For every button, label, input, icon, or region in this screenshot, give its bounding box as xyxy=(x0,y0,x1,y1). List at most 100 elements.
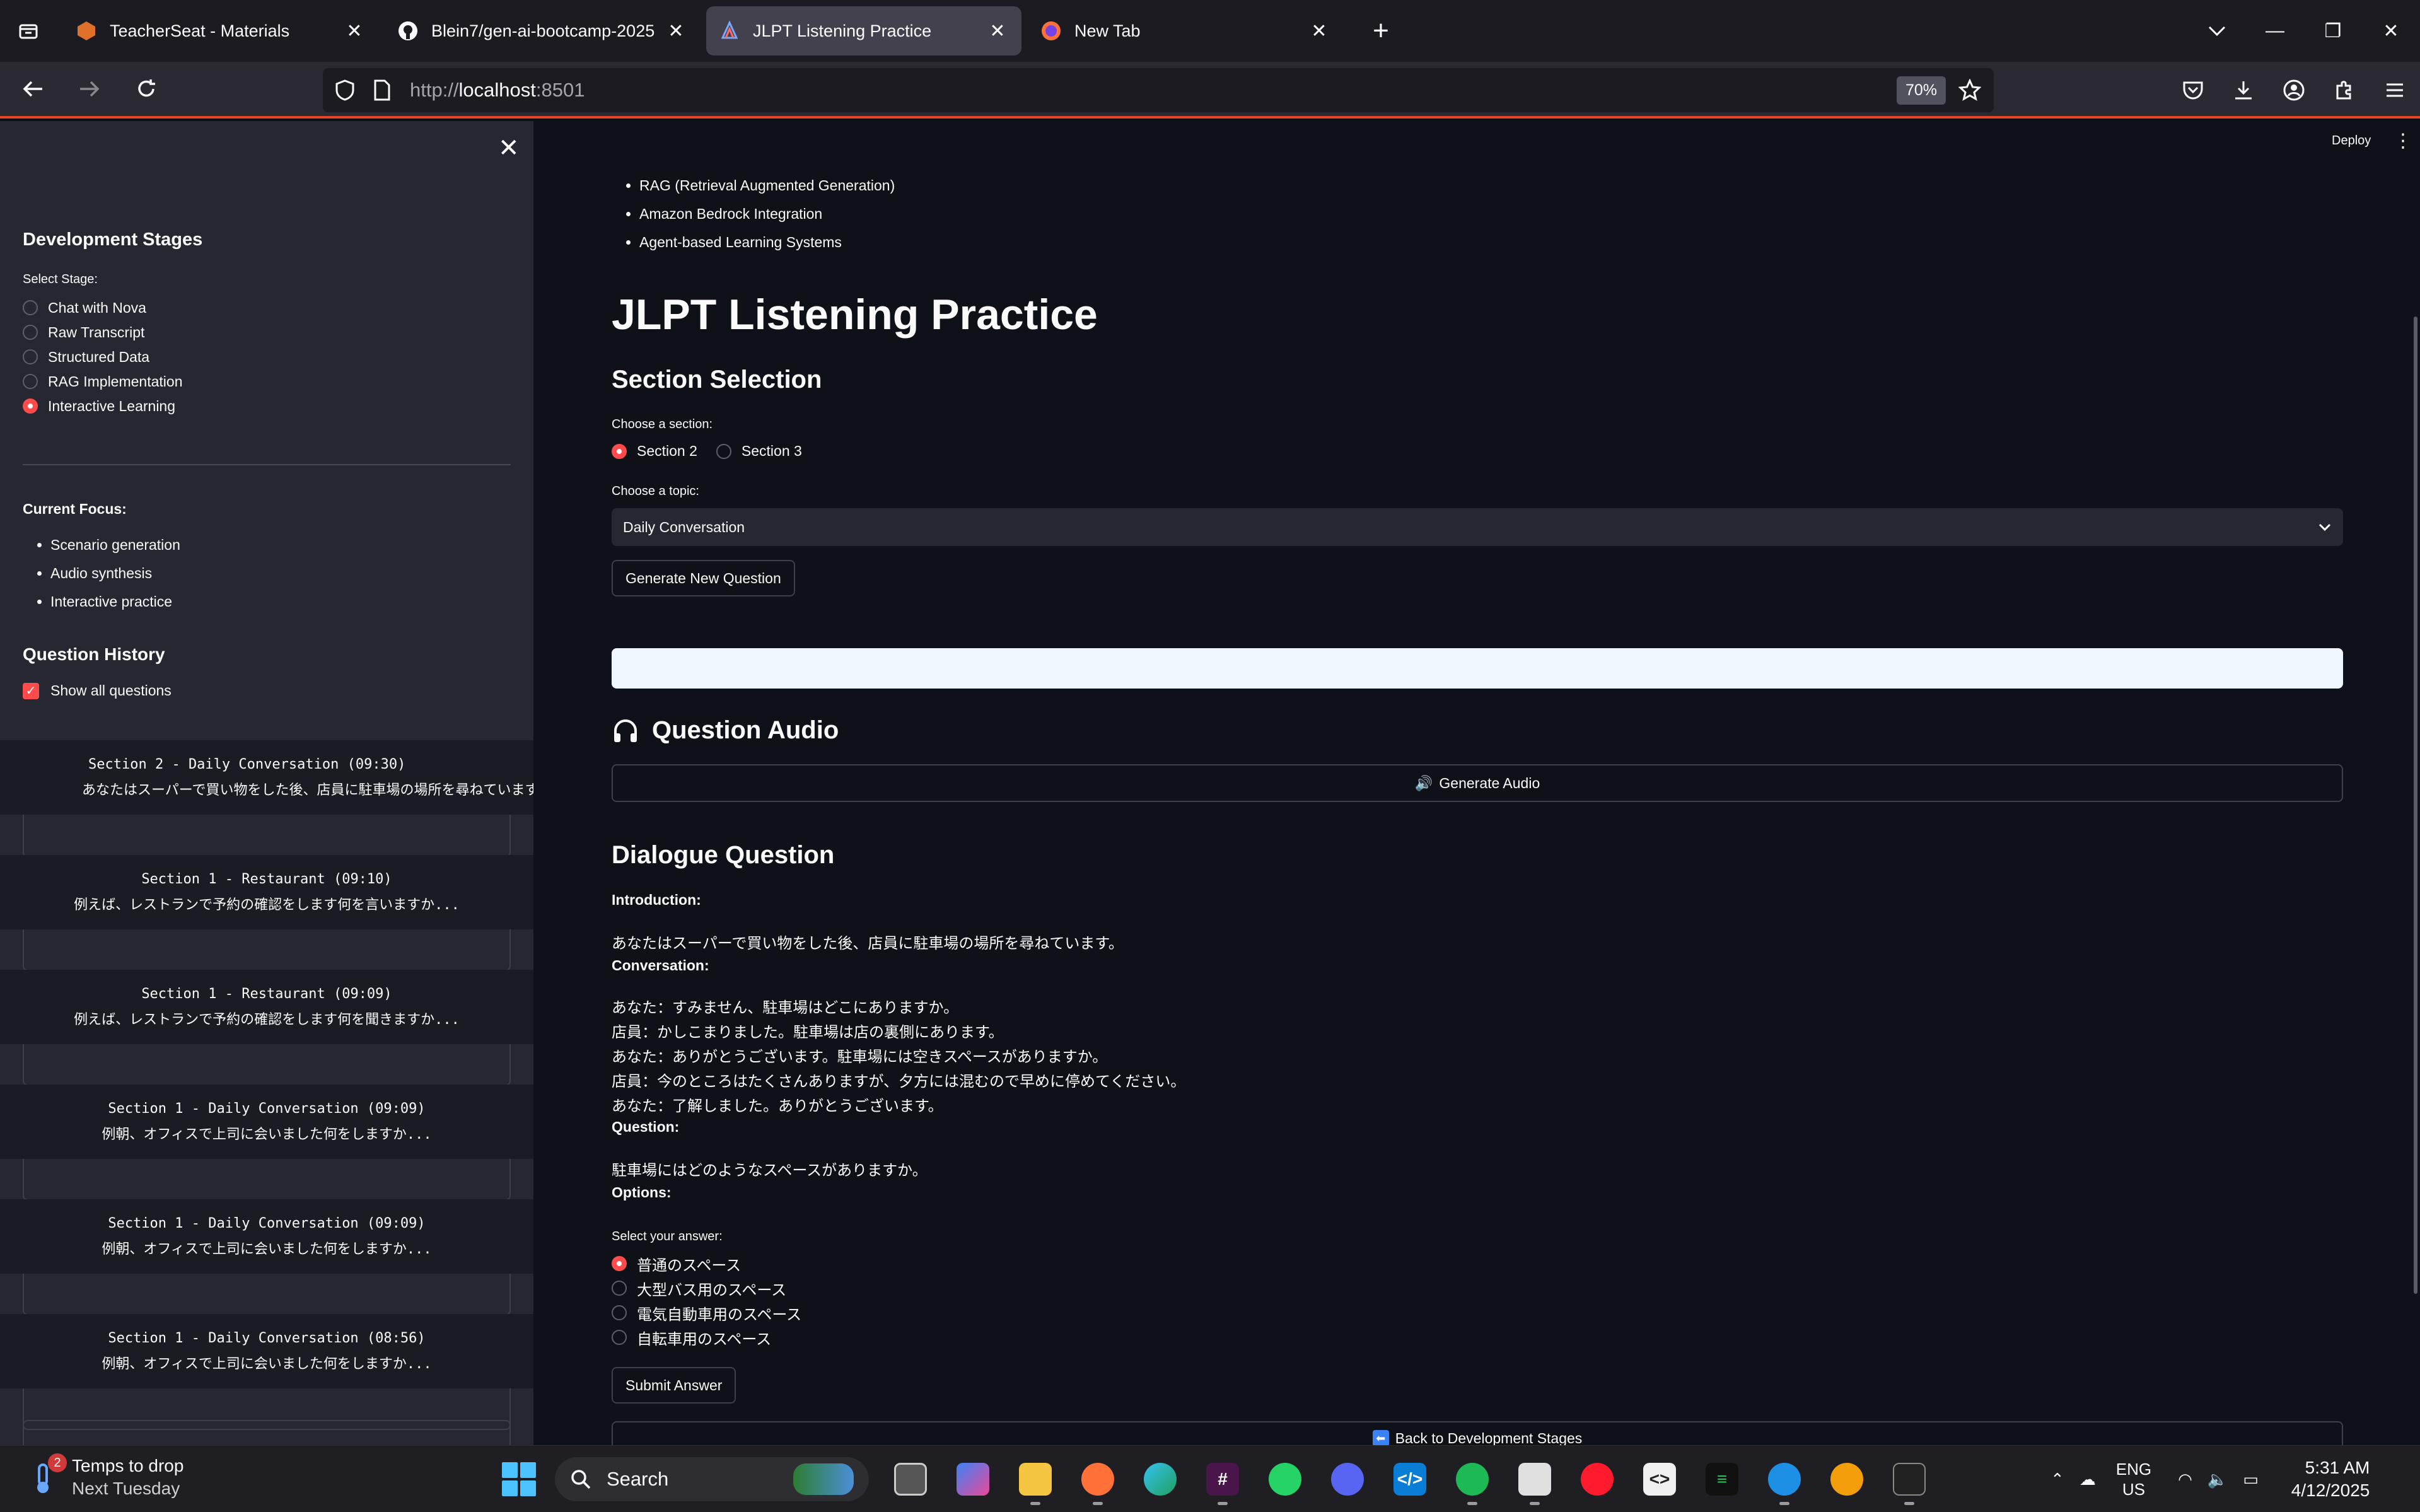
opera-icon[interactable] xyxy=(1569,1457,1625,1501)
section-option-label: Section 2 xyxy=(637,443,697,459)
whatsapp-icon[interactable] xyxy=(1257,1457,1313,1501)
notification-badge: 2 xyxy=(48,1453,67,1472)
submit-answer-button[interactable]: Submit Answer xyxy=(612,1367,736,1404)
section-option-3[interactable]: Section 3 xyxy=(716,443,802,460)
terminal-app-icon[interactable]: ≡ xyxy=(1694,1457,1750,1501)
taskbar-search[interactable]: Search xyxy=(555,1457,869,1501)
history-item[interactable]: Section 1 - Daily Conversation (09:09) 例… xyxy=(0,1199,533,1274)
close-window-icon[interactable]: ✕ xyxy=(2362,0,2420,62)
zoom-level-badge[interactable]: 70% xyxy=(1896,76,1946,105)
radio-icon xyxy=(23,325,38,340)
browser-tab-teacherseat[interactable]: TeacherSeat - Materials ✕ xyxy=(63,6,378,55)
star-icon[interactable] xyxy=(1958,79,1981,102)
chevron-up-icon[interactable]: ⌃ xyxy=(2051,1470,2064,1489)
address-bar[interactable]: http://localhost:8501 70% xyxy=(323,68,1994,112)
onedrive-icon[interactable]: ☁ xyxy=(2080,1470,2096,1489)
history-item[interactable]: Section 2 - Daily Conversation (09:30) あ… xyxy=(0,740,533,815)
minimize-icon[interactable]: — xyxy=(2246,0,2304,62)
back-to-stages-button[interactable]: ⬅ Back to Development Stages xyxy=(612,1421,2343,1445)
file-explorer-icon[interactable] xyxy=(1008,1457,1063,1505)
url-text[interactable]: http://localhost:8501 xyxy=(410,79,1897,102)
snipping-tool-icon[interactable] xyxy=(1507,1457,1562,1505)
extensions-icon[interactable] xyxy=(2319,62,2370,119)
radio-selected-icon xyxy=(23,398,38,414)
spotify-icon[interactable] xyxy=(1445,1457,1500,1505)
slack-icon[interactable]: # xyxy=(1195,1457,1250,1505)
conversation-line: 店員：かしこまりました。駐車場は店の裏側にあります。 xyxy=(612,1024,1004,1041)
shield-icon[interactable] xyxy=(335,79,354,101)
close-icon[interactable]: ✕ xyxy=(1308,20,1330,42)
windows-taskbar: 2 Temps to drop Next Tuesday Search # </… xyxy=(0,1445,2420,1512)
browser-tab-github[interactable]: Blein7/gen-ai-bootcamp-2025 ✕ xyxy=(385,6,700,55)
dev-tools-icon[interactable]: <> xyxy=(1632,1457,1687,1501)
answer-option-label: 自転車用のスペース xyxy=(637,1330,772,1348)
radio-icon xyxy=(612,1330,627,1345)
generate-audio-button[interactable]: 🔊 Generate Audio xyxy=(612,764,2343,802)
answer-option-3[interactable]: 電気自動車用のスペース xyxy=(612,1301,801,1324)
sidebar-divider xyxy=(23,464,511,465)
history-item[interactable]: Section 1 - Restaurant (09:10) 例えば、レストラン… xyxy=(0,855,533,929)
radio-icon xyxy=(716,443,731,459)
deploy-button[interactable]: Deploy xyxy=(2332,134,2371,148)
vscode-icon[interactable]: </> xyxy=(1382,1457,1438,1501)
stage-option-chat-with-nova[interactable]: Chat with Nova xyxy=(23,298,146,318)
account-icon[interactable] xyxy=(2269,62,2319,119)
task-view-icon[interactable] xyxy=(883,1457,938,1501)
stage-option-structured-data[interactable]: Structured Data xyxy=(23,347,149,367)
stage-option-interactive-learning[interactable]: Interactive Learning xyxy=(23,396,175,416)
browser-tab-jlpt[interactable]: JLPT Listening Practice ✕ xyxy=(706,6,1021,55)
radio-selected-icon xyxy=(612,1256,627,1271)
clock[interactable]: 5:31 AM 4/12/2025 xyxy=(2291,1457,2370,1502)
close-icon[interactable]: ✕ xyxy=(986,20,1009,42)
pocket-icon[interactable] xyxy=(2168,62,2218,119)
page-icon[interactable] xyxy=(373,79,391,101)
browser-tab-new[interactable]: New Tab ✕ xyxy=(1028,6,1343,55)
answer-option-4[interactable]: 自転車用のスペース xyxy=(612,1326,771,1349)
back-button[interactable] xyxy=(9,65,57,113)
weather-subline: Next Tuesday xyxy=(72,1479,180,1498)
tab-overview-button[interactable] xyxy=(0,0,57,62)
stage-option-rag-implementation[interactable]: RAG Implementation xyxy=(23,371,182,392)
history-card[interactable] xyxy=(23,1420,511,1445)
download-icon[interactable] xyxy=(2218,62,2269,119)
close-icon[interactable]: ✕ xyxy=(665,20,687,42)
battery-icon[interactable]: ▭ xyxy=(2243,1470,2259,1489)
conversation-line: あなた：了解しました。ありがとうございます。 xyxy=(612,1098,943,1115)
restore-icon[interactable]: ❐ xyxy=(2304,0,2362,62)
windows-start-icon[interactable] xyxy=(502,1462,536,1496)
topic-select[interactable]: Daily Conversation xyxy=(612,508,2343,546)
copilot-icon[interactable] xyxy=(945,1457,1001,1501)
show-all-questions-checkbox[interactable]: ✓ Show all questions xyxy=(23,682,172,699)
close-icon[interactable]: ✕ xyxy=(343,20,366,42)
language-indicator[interactable]: ENG US xyxy=(2116,1459,2151,1499)
new-tab-button[interactable]: + xyxy=(1362,12,1400,50)
docker-icon[interactable] xyxy=(1757,1457,1812,1505)
stage-option-raw-transcript[interactable]: Raw Transcript xyxy=(23,322,144,342)
volume-icon[interactable]: 🔈 xyxy=(2208,1470,2228,1489)
weather-widget[interactable]: 2 Temps to drop Next Tuesday xyxy=(25,1453,184,1500)
firefox-app-icon[interactable] xyxy=(1070,1457,1126,1505)
answer-select-label: Select your answer: xyxy=(612,1230,723,1243)
edge-icon[interactable] xyxy=(1132,1457,1188,1501)
forward-button[interactable] xyxy=(66,65,113,113)
history-item[interactable]: Section 1 - Daily Conversation (09:09) 例… xyxy=(0,1085,533,1159)
reload-button[interactable] xyxy=(122,65,170,113)
main-scrollbar[interactable] xyxy=(2414,317,2417,1294)
wifi-icon[interactable]: ◠ xyxy=(2178,1470,2192,1489)
radio-icon xyxy=(612,1281,627,1296)
search-everything-icon[interactable] xyxy=(1819,1457,1875,1501)
weather-headline: Temps to drop xyxy=(72,1456,184,1475)
answer-option-1[interactable]: 普通のスペース xyxy=(612,1252,741,1275)
tab-list-chevron-icon[interactable] xyxy=(2188,0,2246,62)
hexagon-icon xyxy=(76,20,97,42)
cursor-app-icon[interactable] xyxy=(1882,1457,1937,1505)
more-options-icon[interactable]: ⋮ xyxy=(2394,130,2412,152)
history-item[interactable]: Section 1 - Daily Conversation (08:56) 例… xyxy=(0,1314,533,1388)
discord-icon[interactable] xyxy=(1320,1457,1375,1501)
answer-option-2[interactable]: 大型バス用のスペース xyxy=(612,1277,786,1300)
section-option-2[interactable]: Section 2 xyxy=(612,443,697,460)
history-item[interactable]: Section 1 - Restaurant (09:09) 例えば、レストラン… xyxy=(0,970,533,1044)
close-sidebar-icon[interactable]: ✕ xyxy=(498,134,520,163)
menu-icon[interactable] xyxy=(2370,62,2420,119)
generate-question-button[interactable]: Generate New Question xyxy=(612,560,795,596)
